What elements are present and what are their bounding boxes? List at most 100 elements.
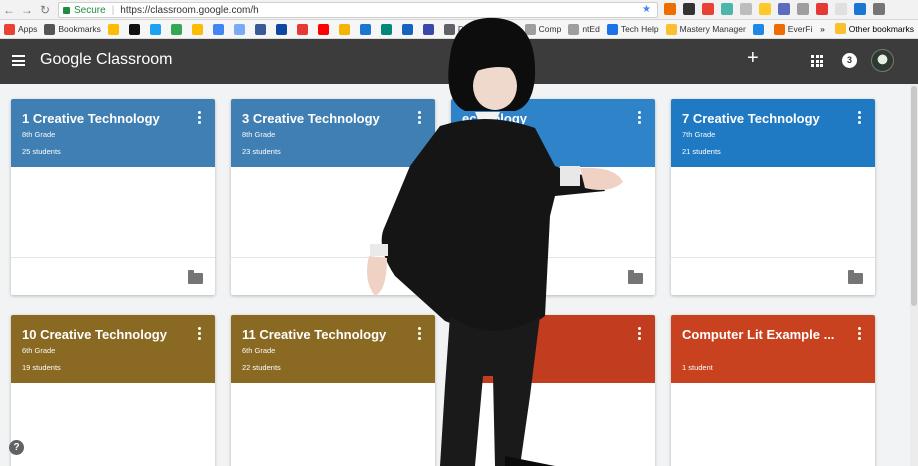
- class-title[interactable]: Computer Lit Example ...: [682, 327, 864, 342]
- lock-icon: [63, 6, 70, 14]
- class-title[interactable]: 1 Creative Technology: [22, 111, 204, 126]
- bookmark-item[interactable]: [191, 23, 206, 35]
- class-card[interactable]: echnology: [451, 99, 655, 295]
- address-bar[interactable]: Secure | https://classroom.google.com/h …: [58, 2, 658, 18]
- more-options-icon[interactable]: [638, 327, 641, 342]
- class-card-header[interactable]: Computer Lit Example ... 1 student: [671, 315, 875, 383]
- class-title[interactable]: 7 Creative Technology: [682, 111, 864, 126]
- bookmark-item[interactable]: Tech Help: [606, 23, 659, 35]
- more-options-icon[interactable]: [858, 111, 861, 126]
- bookmark-item[interactable]: [338, 23, 353, 35]
- avatar[interactable]: [871, 49, 894, 72]
- more-options-icon[interactable]: [198, 327, 201, 342]
- more-options-icon[interactable]: [858, 327, 861, 342]
- scrollbar[interactable]: [910, 84, 918, 466]
- bookmark-item[interactable]: [401, 23, 416, 35]
- add-class-button[interactable]: +: [747, 47, 759, 70]
- class-card-header[interactable]: 3 Creative Technology 8th Grade 23 student…: [231, 99, 435, 167]
- extension-icon[interactable]: [702, 3, 714, 15]
- class-card-header[interactable]: 11 Creative Technology 6th Grade 22 studen…: [231, 315, 435, 383]
- bookmark-item[interactable]: EverFi: [773, 23, 812, 35]
- bookmark-item[interactable]: [275, 23, 290, 35]
- class-title[interactable]: 3 Creative Technology: [242, 111, 424, 126]
- bookmark-item[interactable]: [317, 23, 332, 35]
- class-card[interactable]: 7 Creative Technology 7th Grade 21 student…: [671, 99, 875, 295]
- bookmark-favicon-icon: [665, 23, 677, 35]
- bookmark-item[interactable]: [254, 23, 269, 35]
- bookmark-item[interactable]: [380, 23, 395, 35]
- bookmark-item[interactable]: ntEd: [568, 23, 600, 35]
- bookmark-item[interactable]: Apps: [4, 23, 37, 35]
- class-card[interactable]: 11 Creative Technology 6th Grade 22 studen…: [231, 315, 435, 466]
- extension-icon[interactable]: [854, 3, 866, 15]
- bookmark-favicon-icon: [422, 23, 434, 35]
- class-card[interactable]: 3 Creative Technology 8th Grade 23 student…: [231, 99, 435, 295]
- bookmark-item[interactable]: [149, 23, 164, 35]
- bookmark-favicon-icon: [773, 23, 785, 35]
- hamburger-menu-icon[interactable]: [12, 55, 25, 66]
- class-title[interactable]: 10 Creative Technology: [22, 327, 204, 342]
- class-title[interactable]: 11 Creative Technology: [242, 327, 424, 342]
- class-card[interactable]: Computer Lit Example ... 1 student: [671, 315, 875, 466]
- more-options-icon[interactable]: [418, 111, 421, 126]
- bookmark-favicon-icon: [4, 23, 15, 35]
- bookmark-item[interactable]: Bookmarks: [44, 23, 101, 35]
- class-section: 8th Grade: [242, 130, 276, 139]
- extension-icon[interactable]: [835, 3, 847, 15]
- bookmark-favicon-icon: [380, 23, 392, 35]
- reload-icon[interactable]: ↻: [36, 3, 54, 17]
- extension-icon[interactable]: [759, 3, 771, 15]
- class-card-header[interactable]: 10 Creative Technology 6th Grade 19 studen…: [11, 315, 215, 383]
- bookmark-item[interactable]: [107, 23, 122, 35]
- bookmark-item[interactable]: Mastery Manager: [665, 23, 746, 35]
- class-card-header[interactable]: echnology: [451, 99, 655, 167]
- scrollbar-thumb[interactable]: [911, 86, 917, 306]
- forward-arrow-icon[interactable]: →: [18, 3, 36, 17]
- extension-icon[interactable]: [664, 3, 676, 15]
- bookmark-star-icon[interactable]: ★: [642, 4, 651, 15]
- folder-icon[interactable]: [408, 270, 423, 284]
- folder-icon[interactable]: [628, 270, 643, 284]
- bookmark-item[interactable]: [128, 23, 143, 35]
- notification-badge[interactable]: 3: [842, 53, 857, 68]
- bookmark-item[interactable]: SMS: [485, 23, 518, 35]
- other-bookmarks[interactable]: » Other bookmarks: [820, 23, 914, 34]
- folder-icon: [834, 23, 846, 34]
- extension-icon[interactable]: [797, 3, 809, 15]
- bookmark-favicon-icon: [296, 23, 308, 35]
- bookmark-item[interactable]: D205: [443, 23, 478, 35]
- bookmark-item[interactable]: [212, 23, 227, 35]
- bookmark-item[interactable]: [296, 23, 311, 35]
- more-options-icon[interactable]: [638, 111, 641, 126]
- extension-icon[interactable]: [683, 3, 695, 15]
- class-card[interactable]: 10 Creative Technology 6th Grade 19 studen…: [11, 315, 215, 466]
- folder-icon[interactable]: [188, 270, 203, 284]
- bookmark-item[interactable]: [359, 23, 374, 35]
- extension-icon[interactable]: [816, 3, 828, 15]
- extension-icon[interactable]: [873, 3, 885, 15]
- bookmark-item[interactable]: Comp: [524, 23, 561, 35]
- bookmarks-overflow-icon[interactable]: »: [820, 24, 825, 34]
- bookmark-item[interactable]: [170, 23, 185, 35]
- extension-icon[interactable]: [778, 3, 790, 15]
- extension-icon[interactable]: [740, 3, 752, 15]
- folder-icon[interactable]: [848, 270, 863, 284]
- bookmark-item[interactable]: [422, 23, 437, 35]
- bookmark-item[interactable]: [233, 23, 248, 35]
- class-card[interactable]: 1 Creative Technology 8th Grade 25 student…: [11, 99, 215, 295]
- class-title[interactable]: s: [462, 327, 644, 342]
- class-card-header[interactable]: 7 Creative Technology 7th Grade 21 student…: [671, 99, 875, 167]
- app-title[interactable]: Google Classroom: [40, 51, 173, 69]
- class-card[interactable]: s: [451, 315, 655, 466]
- help-button[interactable]: ?: [9, 440, 24, 455]
- extension-icon[interactable]: [721, 3, 733, 15]
- apps-grid-icon[interactable]: [811, 55, 823, 67]
- more-options-icon[interactable]: [418, 327, 421, 342]
- more-options-icon[interactable]: [198, 111, 201, 126]
- bookmark-favicon-icon: [254, 23, 266, 35]
- class-card-header[interactable]: s: [451, 315, 655, 383]
- class-title[interactable]: echnology: [462, 111, 644, 126]
- class-card-header[interactable]: 1 Creative Technology 8th Grade 25 student…: [11, 99, 215, 167]
- back-arrow-icon[interactable]: ←: [0, 3, 18, 17]
- bookmark-item[interactable]: [752, 23, 767, 35]
